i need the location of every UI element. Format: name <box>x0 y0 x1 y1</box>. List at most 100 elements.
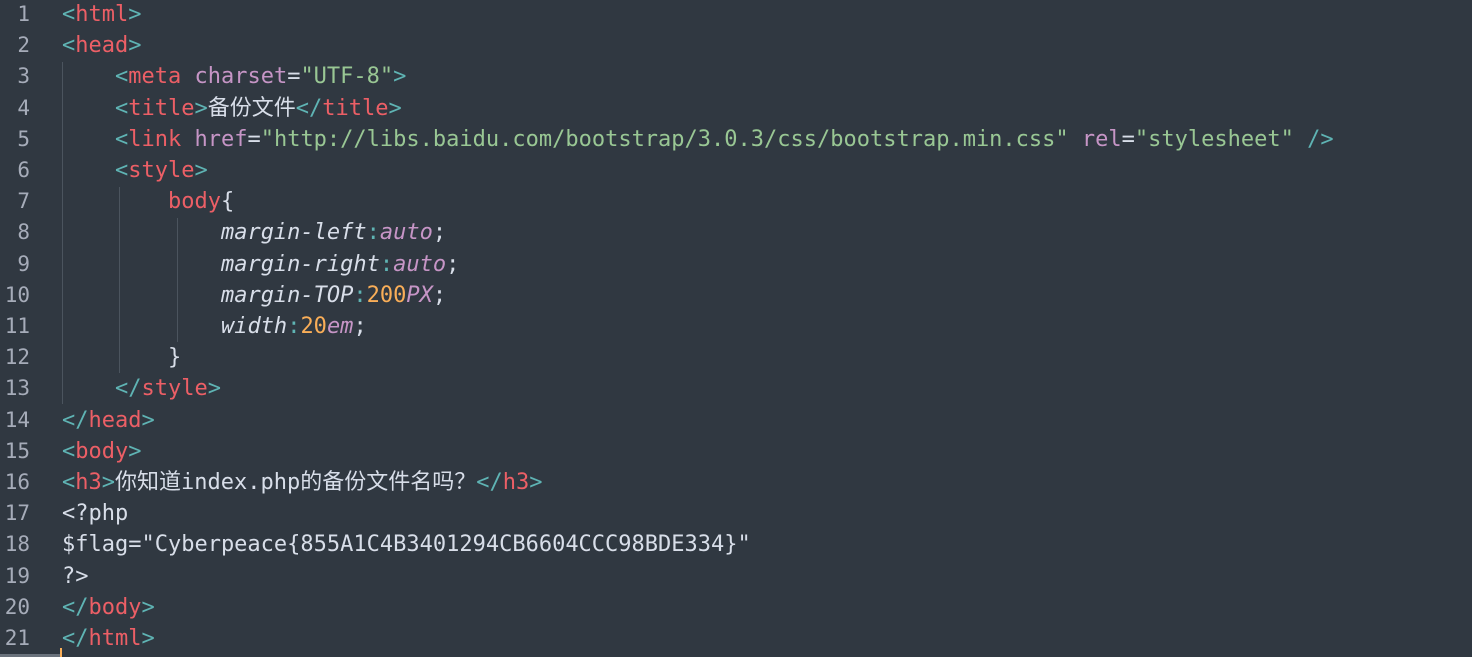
code-token: : <box>379 251 394 277</box>
code-token: = <box>247 126 261 152</box>
code-line[interactable]: 18 $flag="Cyberpeace{855A1C4B3401294CB660… <box>0 529 1472 560</box>
code-line[interactable]: 1 <html> <box>0 0 1472 30</box>
code-token: </ <box>295 95 323 121</box>
code-token: head <box>88 407 142 433</box>
code-content: ?> <box>62 561 89 592</box>
code-token: > <box>141 594 155 620</box>
code-token: 20 <box>300 314 327 339</box>
code-token: margin-left <box>220 220 367 246</box>
code-line[interactable]: 14 </head> <box>0 405 1472 436</box>
code-token: PX <box>406 282 433 308</box>
code-token: "UTF-8" <box>300 64 394 90</box>
code-token: < <box>62 438 76 464</box>
code-token: : <box>366 220 380 246</box>
code-content: width:20em; <box>62 311 367 342</box>
code-line[interactable]: 11 width:20em; <box>0 311 1472 342</box>
code-token: = <box>1121 126 1135 152</box>
code-line[interactable]: 3 <meta charset="UTF-8"> <box>0 61 1472 92</box>
line-number: 8 <box>17 220 30 245</box>
code-line[interactable]: 12 } <box>0 342 1472 373</box>
code-token: h3 <box>75 470 102 495</box>
code-token: meta <box>128 64 182 90</box>
code-content: </style> <box>62 373 221 404</box>
code-token: ; <box>353 314 367 339</box>
line-number: 18 <box>4 532 30 557</box>
code-line[interactable]: 19 ?> <box>0 561 1472 592</box>
code-line[interactable]: 13 </style> <box>0 373 1472 404</box>
code-token: = <box>287 64 301 90</box>
code-token: auto <box>379 220 433 246</box>
code-editor[interactable]: 1 <html> 2 <head> 3 <meta charset="UTF-8"> 4 … <box>0 0 1472 657</box>
code-token: href <box>194 126 248 152</box>
line-number: 6 <box>17 158 30 182</box>
line-number: 19 <box>4 563 30 588</box>
code-content: margin-right:auto; <box>62 249 459 280</box>
code-token: </ <box>62 626 89 651</box>
code-token: > <box>128 33 142 59</box>
line-number: 9 <box>17 251 30 276</box>
line-number: 17 <box>4 501 30 526</box>
code-token: < <box>62 2 76 27</box>
code-line[interactable]: 7 body{ <box>0 186 1472 217</box>
code-line[interactable]: 6 <style> <box>0 155 1472 186</box>
code-content: <html> <box>62 0 141 30</box>
code-line[interactable]: 21 </html> <box>0 623 1472 654</box>
code-token: "stylesheet" <box>1134 126 1294 152</box>
code-token: { <box>220 189 235 215</box>
code-line[interactable]: 17 <?php <box>0 498 1472 529</box>
code-content: <meta charset="UTF-8"> <box>62 61 406 92</box>
code-line[interactable]: 20 </body> <box>0 592 1472 623</box>
code-content: <h3>你知道index.php的备份文件名吗？</h3> <box>62 467 542 498</box>
code-line[interactable]: 15 <body> <box>0 436 1472 467</box>
line-number: 4 <box>17 95 30 120</box>
code-token: body <box>167 189 221 215</box>
line-number: 20 <box>4 594 30 619</box>
code-token: <?php <box>62 501 129 527</box>
line-number: 7 <box>17 189 30 214</box>
code-token: > <box>101 470 115 495</box>
code-token: ; <box>446 251 460 277</box>
code-token: </ <box>62 594 89 620</box>
line-number: 10 <box>4 282 30 307</box>
code-line[interactable]: 4 <title>备份文件</title> <box>0 93 1472 124</box>
line-number: 13 <box>4 376 30 401</box>
code-token: < <box>114 64 129 90</box>
code-token: style <box>141 376 208 402</box>
code-content: margin-TOP:200PX; <box>62 280 446 311</box>
code-token: > <box>207 376 221 402</box>
line-number: 1 <box>17 2 30 26</box>
line-number: 14 <box>4 407 30 432</box>
line-number: 11 <box>4 314 30 338</box>
code-content: <?php <box>62 498 128 529</box>
code-token: </ <box>62 407 89 433</box>
code-line[interactable]: 8 margin-left:auto; <box>0 217 1472 248</box>
code-token: /> <box>1307 126 1334 152</box>
code-line[interactable]: 9 margin-right:auto; <box>0 249 1472 280</box>
code-content: </html> <box>62 623 155 654</box>
code-token: ; <box>432 220 447 246</box>
code-token: < <box>62 33 76 59</box>
code-content: <head> <box>62 30 141 61</box>
code-token: } <box>167 345 182 371</box>
code-token: body <box>88 594 142 620</box>
code-line[interactable]: 5 <link href="http://libs.baidu.com/boot… <box>0 124 1472 155</box>
code-token: ?> <box>62 563 89 589</box>
code-line[interactable]: 10 margin-TOP:200PX; <box>0 280 1472 311</box>
code-line[interactable]: 16 <h3>你知道index.php的备份文件名吗？</h3> <box>0 467 1472 498</box>
code-token: > <box>194 95 208 121</box>
code-token: < <box>114 158 129 183</box>
code-token: ; <box>432 282 447 308</box>
code-token: html <box>88 626 142 651</box>
code-token: rel <box>1081 126 1122 152</box>
line-number: 2 <box>17 33 30 58</box>
code-line[interactable]: 2 <head> <box>0 30 1472 61</box>
